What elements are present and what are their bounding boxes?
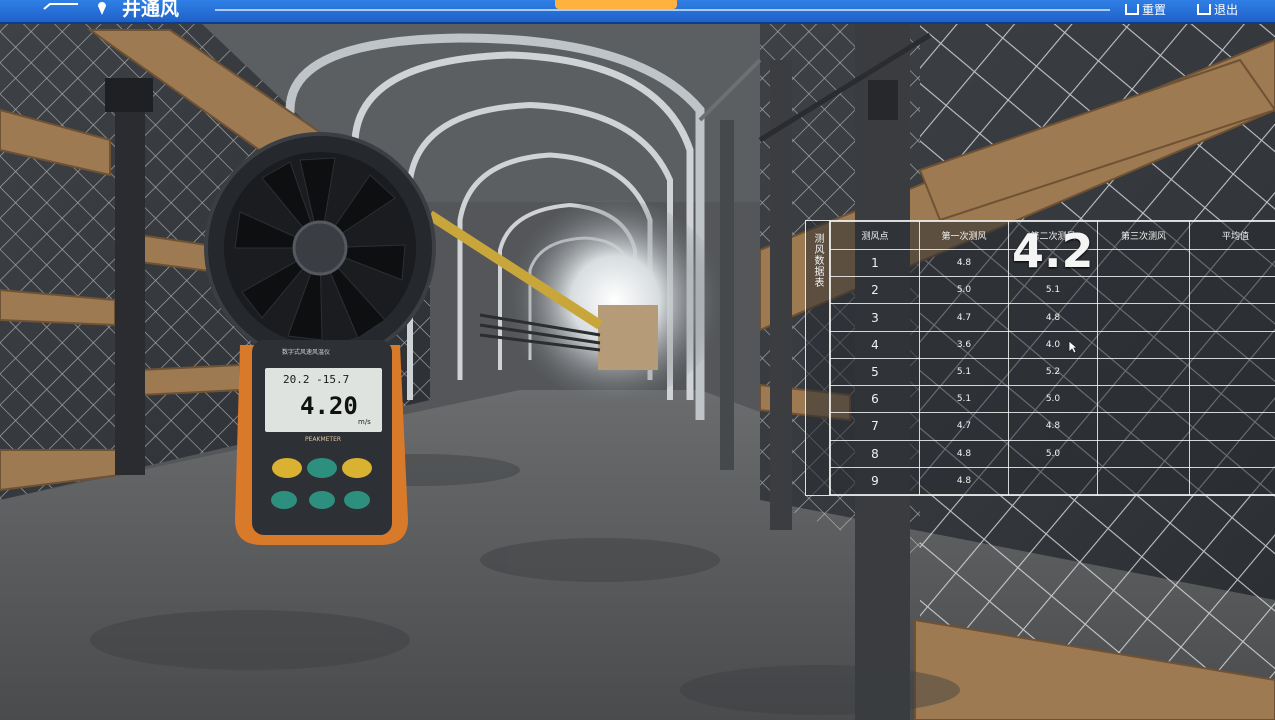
center-tab-indicator	[555, 0, 677, 9]
point-index-cell: 8	[830, 439, 920, 468]
value-cell: 4.8	[919, 248, 1009, 278]
value-cell	[1189, 357, 1275, 387]
mouse-cursor-icon	[1068, 340, 1078, 354]
value-cell	[1189, 466, 1275, 496]
meter-model-label: 数字式风速风温仪	[282, 349, 331, 356]
value-cell: 4.8	[1008, 412, 1098, 441]
col-header: 第一次测风	[919, 221, 1009, 250]
value-cell: 4.8	[919, 439, 1009, 468]
table-row: 6 5.1 5.0	[830, 385, 1275, 414]
value-cell	[1097, 303, 1190, 332]
value-cell	[1008, 466, 1098, 496]
value-cell: 5.2	[1008, 357, 1098, 387]
back-arrow-icon[interactable]	[40, 0, 84, 20]
value-cell	[1189, 439, 1275, 468]
value-cell	[1189, 303, 1275, 332]
table-row: 4 3.6 4.0	[830, 330, 1275, 359]
value-cell	[1097, 248, 1190, 278]
value-cell	[1097, 276, 1190, 305]
point-index-cell: 5	[830, 357, 920, 387]
value-cell	[1097, 330, 1190, 359]
reset-icon	[1125, 3, 1139, 15]
top-bar: 井通风 重置 退出	[0, 0, 1275, 24]
value-cell: 5.0	[1008, 385, 1098, 414]
table-row: 9 4.8	[830, 466, 1275, 496]
point-index-cell: 7	[830, 412, 920, 441]
meter-main-reading: 4.20	[300, 392, 358, 420]
value-cell	[1097, 385, 1190, 414]
value-cell	[1189, 330, 1275, 359]
value-cell	[1097, 439, 1190, 468]
value-cell: 4.8	[919, 466, 1009, 496]
point-index-cell: 3	[830, 303, 920, 332]
meter-top-readout: 20.2 -15.7	[283, 373, 350, 386]
point-index-cell: 6	[830, 385, 920, 414]
exit-label: 退出	[1214, 2, 1239, 17]
value-cell	[1097, 357, 1190, 387]
table-side-title: 测风数据表	[806, 221, 830, 495]
table-row: 3 4.7 4.8	[830, 303, 1275, 332]
value-cell: 5.0	[919, 276, 1009, 305]
value-cell: 4.8	[1008, 303, 1098, 332]
table-row: 2 5.0 5.1	[830, 276, 1275, 305]
value-cell	[1189, 385, 1275, 414]
meter-brand: PEAKMETER	[305, 436, 342, 443]
value-cell: 4.7	[919, 412, 1009, 441]
table-row: 7 4.7 4.8	[830, 412, 1275, 441]
value-cell	[1189, 412, 1275, 441]
value-cell: 4.0	[1008, 330, 1098, 359]
value-cell	[1097, 466, 1190, 496]
value-cell	[1189, 276, 1275, 305]
col-header: 平均值	[1189, 221, 1275, 250]
value-cell: 5.0	[1008, 439, 1098, 468]
header-divider	[215, 9, 1110, 11]
exit-button[interactable]: 退出	[1197, 0, 1238, 18]
value-cell: 5.1	[1008, 276, 1098, 305]
value-cell: 5.1	[919, 357, 1009, 387]
value-cell: 4.7	[919, 303, 1009, 332]
reset-button[interactable]: 重置	[1125, 0, 1166, 18]
reset-label: 重置	[1142, 2, 1167, 17]
table-row: 8 4.8 5.0	[830, 439, 1275, 468]
point-index-cell: 9	[830, 466, 920, 496]
page-title: 井通风	[122, 0, 180, 20]
pin-icon	[98, 2, 106, 15]
point-index-cell: 4	[830, 330, 920, 359]
point-index-cell: 2	[830, 276, 920, 305]
meter-unit: m/s	[358, 418, 371, 426]
table-row: 5 5.1 5.2	[830, 357, 1275, 387]
value-cell	[1097, 412, 1190, 441]
col-header: 第三次测风	[1097, 221, 1190, 250]
col-header: 测风点	[830, 221, 920, 250]
point-index-cell: 1	[830, 248, 920, 278]
value-cell: 5.1	[919, 385, 1009, 414]
value-cell	[1189, 248, 1275, 278]
exit-icon	[1197, 3, 1211, 15]
live-measurement-value: 4.2	[1012, 224, 1094, 278]
value-cell: 3.6	[919, 330, 1009, 359]
